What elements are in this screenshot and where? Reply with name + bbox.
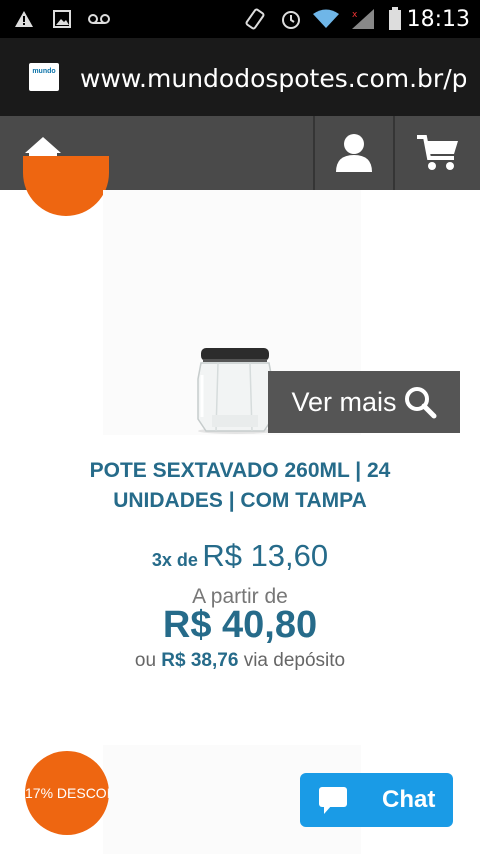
product-title-line2: UNIDADES | COM TAMPA	[113, 489, 367, 512]
url-field[interactable]: www.mundodospotes.com.br/pote-sextavado	[80, 64, 466, 93]
user-icon	[336, 134, 372, 172]
installments-value: R$ 13,60	[202, 538, 329, 573]
status-bar: x 18:13	[0, 0, 480, 38]
account-button[interactable]	[315, 116, 393, 190]
view-more-button[interactable]: Ver mais	[268, 371, 460, 433]
jar-image	[197, 348, 274, 434]
rotate-icon	[244, 8, 266, 30]
deposit-value: R$ 38,76	[161, 650, 239, 671]
image-icon	[53, 9, 71, 29]
clock: 18:13	[406, 7, 470, 32]
deposit-suffix: via depósito	[243, 650, 346, 671]
product-title-line1: POTE SEXTAVADO 260ML | 24	[89, 459, 391, 482]
search-icon	[404, 387, 437, 419]
discount-badge-text: 17% DESCONTO	[25, 785, 109, 801]
cart-button[interactable]	[395, 116, 480, 190]
alarm-icon	[280, 9, 302, 29]
installments: 3x de R$ 13,60	[0, 538, 480, 574]
chat-bubble-icon	[319, 787, 347, 814]
product-title[interactable]: POTE SEXTAVADO 260ML | 24 UNIDADES | COM…	[40, 456, 440, 516]
voicemail-icon	[88, 9, 110, 29]
discount-badge: 17% DESCONTO	[25, 751, 109, 835]
deposit-price: ou R$ 38,76 via depósito	[0, 650, 480, 672]
chat-button[interactable]: Chat	[300, 773, 453, 827]
product-price: R$ 40,80	[162, 604, 318, 646]
site-favicon: mundo	[29, 63, 59, 91]
svg-text:x: x	[352, 10, 358, 20]
browser-url-bar[interactable]: mundo www.mundodospotes.com.br/pote-sext…	[0, 38, 480, 116]
warning-icon	[14, 9, 34, 29]
chat-label: Chat	[382, 786, 436, 813]
deposit-prefix: ou	[134, 650, 157, 671]
signal-icon: x	[350, 9, 376, 29]
battery-icon	[388, 7, 402, 30]
discount-badge	[23, 156, 109, 216]
wifi-icon	[312, 9, 340, 29]
view-more-label: Ver mais	[291, 386, 397, 417]
cart-icon	[416, 135, 458, 170]
installments-prefix: 3x de	[151, 550, 198, 570]
